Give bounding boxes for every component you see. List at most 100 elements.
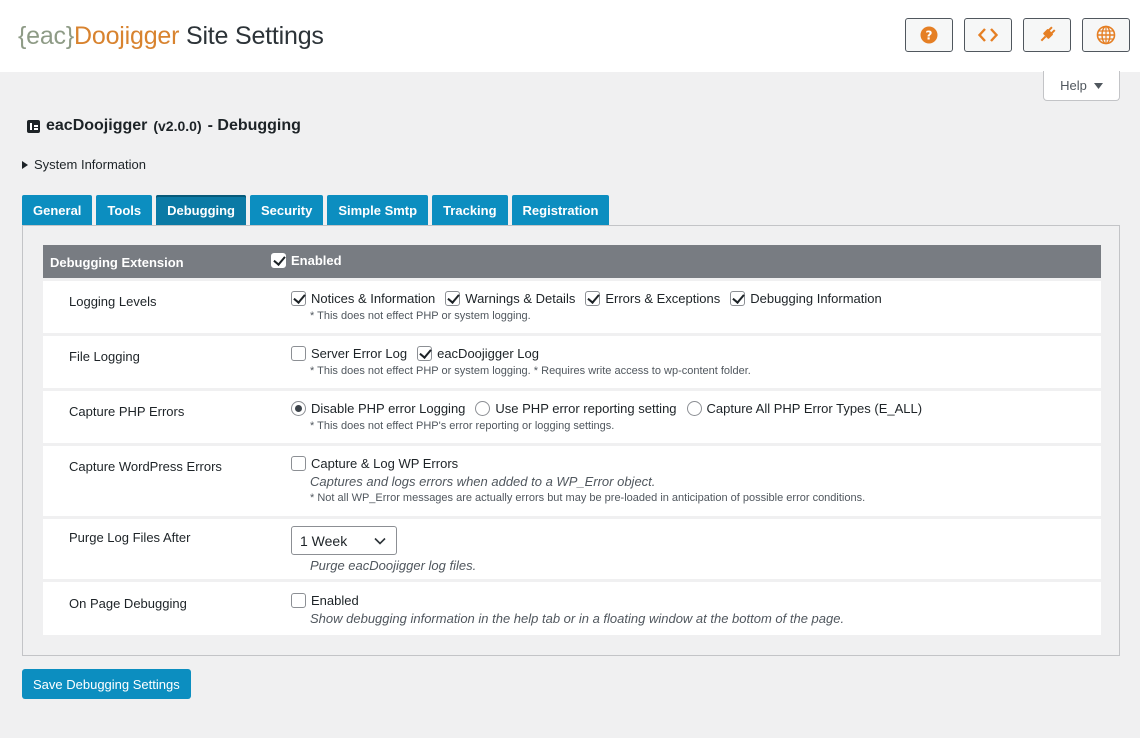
option-label: Use PHP error reporting setting [495,401,677,416]
option-label: Errors & Exceptions [605,291,721,306]
row-capture-php-errors: Capture PHP Errors Disable PHP error Log… [43,391,1101,443]
plugin-button[interactable] [1023,18,1071,52]
section-enabled-option[interactable]: Enabled [271,253,342,268]
radio[interactable] [291,401,306,416]
row-label: Capture WordPress Errors [69,459,222,474]
help-label: Help [1060,78,1087,93]
brand-brace-text: {eac} [18,22,75,50]
option-warnings[interactable]: Warnings & Details [445,291,575,306]
row-label: Logging Levels [69,294,157,309]
section-header: Debugging Extension Enabled [43,245,1101,278]
checkbox[interactable] [585,291,601,306]
tab-simple-smtp[interactable]: Simple Smtp [327,195,429,226]
option-errors[interactable]: Errors & Exceptions [585,291,720,306]
row-note: * Not all WP_Error messages are actually… [310,492,866,504]
help-circle-icon: ? [920,26,938,44]
chevron-down-icon [374,537,386,545]
row-description: Show debugging information in the help t… [310,611,845,626]
code-button[interactable] [964,18,1012,52]
option-label: eacDoojigger Log [437,346,539,361]
option-use-php-reporting[interactable]: Use PHP error reporting setting [475,401,677,416]
page-title-version: (v2.0.0) [153,118,202,134]
settings-tabs: General Tools Debugging Security Simple … [22,195,610,226]
row-note: * This does not effect PHP or system log… [310,365,751,377]
help-tab-button[interactable]: Help [1043,71,1120,101]
tab-registration[interactable]: Registration [511,195,610,226]
option-notices[interactable]: Notices & Information [291,291,435,306]
row-purge-log-files: Purge Log Files After 1 Week Purge eacDo… [43,519,1101,579]
option-label: Notices & Information [311,291,436,306]
row-label: File Logging [69,349,140,364]
row-label: Capture PHP Errors [69,404,185,419]
svg-text:?: ? [926,29,933,43]
system-information-label: System Information [34,157,146,172]
checkbox[interactable] [730,291,746,306]
site-brand-title: {eac}Doojigger Site Settings [18,20,324,52]
option-disable-php-logging[interactable]: Disable PHP error Logging [291,401,465,416]
row-description: Purge eacDoojigger log files. [310,558,477,573]
radio[interactable] [475,401,491,416]
option-label: Enabled [311,593,359,608]
option-on-page-enabled[interactable]: Enabled [291,593,359,608]
tab-debugging[interactable]: Debugging [156,195,247,226]
option-capture-wp-errors[interactable]: Capture & Log WP Errors [291,456,458,471]
row-label: On Page Debugging [69,596,187,611]
settings-panel: Debugging Extension Enabled Logging Leve… [22,225,1120,656]
checkbox[interactable] [417,346,433,361]
disclosure-triangle-icon [22,160,28,169]
section-enabled-checkbox[interactable] [271,253,286,268]
row-file-logging: File Logging Server Error Log eacDoojigg… [43,336,1101,388]
row-field: Enabled Show debugging information in th… [291,593,1091,626]
globe-button[interactable] [1082,18,1130,52]
row-field: Capture & Log WP Errors Captures and log… [291,456,1091,504]
checkbox[interactable] [291,346,306,361]
checkbox[interactable] [291,593,306,608]
globe-icon [1096,25,1116,45]
row-description: Captures and logs errors when added to a… [310,474,656,489]
page-title-subtitle: - Debugging [207,117,301,134]
brand-name-text: Doojigger [74,22,180,50]
row-field: Notices & Information Warnings & Details… [291,291,1091,322]
row-note: * This does not effect PHP's error repor… [310,420,615,432]
tab-tracking[interactable]: Tracking [432,195,508,226]
row-field: Disable PHP error Logging Use PHP error … [291,401,1091,432]
row-capture-wp-errors: Capture WordPress Errors Capture & Log W… [43,446,1101,516]
system-information-toggle[interactable]: System Information [22,157,146,172]
option-server-error-log[interactable]: Server Error Log [291,346,407,361]
section-enabled-label: Enabled [291,253,342,268]
row-field: 1 Week Purge eacDoojigger log files. [291,526,1091,573]
section-label: Debugging Extension [50,255,184,270]
code-icon [978,28,998,42]
checkbox[interactable] [291,456,306,471]
row-note: * This does not effect PHP or system log… [310,310,531,322]
tab-general[interactable]: General [22,195,93,226]
option-debugging-info[interactable]: Debugging Information [730,291,882,306]
purge-period-select[interactable]: 1 Week [291,526,397,555]
option-label: Disable PHP error Logging [311,401,466,416]
tab-security[interactable]: Security [250,195,324,226]
row-on-page-debugging: On Page Debugging Enabled Show debugging… [43,582,1101,635]
brand-suffix-text: Site Settings [179,22,324,50]
radio[interactable] [686,401,702,416]
option-label: Capture All PHP Error Types (E_ALL) [706,401,923,416]
page-title-name: eacDoojigger [46,117,148,134]
page-title: eacDoojigger (v2.0.0) - Debugging [27,117,301,135]
option-label: Server Error Log [311,346,408,361]
option-eacdoojigger-log[interactable]: eacDoojigger Log [417,346,539,361]
tab-tools[interactable]: Tools [96,195,153,226]
row-field: Server Error Log eacDoojigger Log * This… [291,346,1091,377]
save-debugging-settings-button[interactable]: Save Debugging Settings [22,669,191,699]
caret-down-icon [1093,82,1103,89]
top-header: {eac}Doojigger Site Settings ? [0,0,1140,72]
option-label: Capture & Log WP Errors [311,456,459,471]
help-circle-button[interactable]: ? [905,18,953,52]
checkbox[interactable] [291,291,306,306]
checkbox[interactable] [445,291,461,306]
plugin-icon [1040,26,1056,42]
option-capture-all-php[interactable]: Capture All PHP Error Types (E_ALL) [686,401,923,416]
option-label: Warnings & Details [465,291,576,306]
select-value: 1 Week [300,532,348,549]
settings-sliders-icon [27,119,40,133]
row-logging-levels: Logging Levels Notices & Information War… [43,281,1101,333]
option-label: Debugging Information [750,291,882,306]
